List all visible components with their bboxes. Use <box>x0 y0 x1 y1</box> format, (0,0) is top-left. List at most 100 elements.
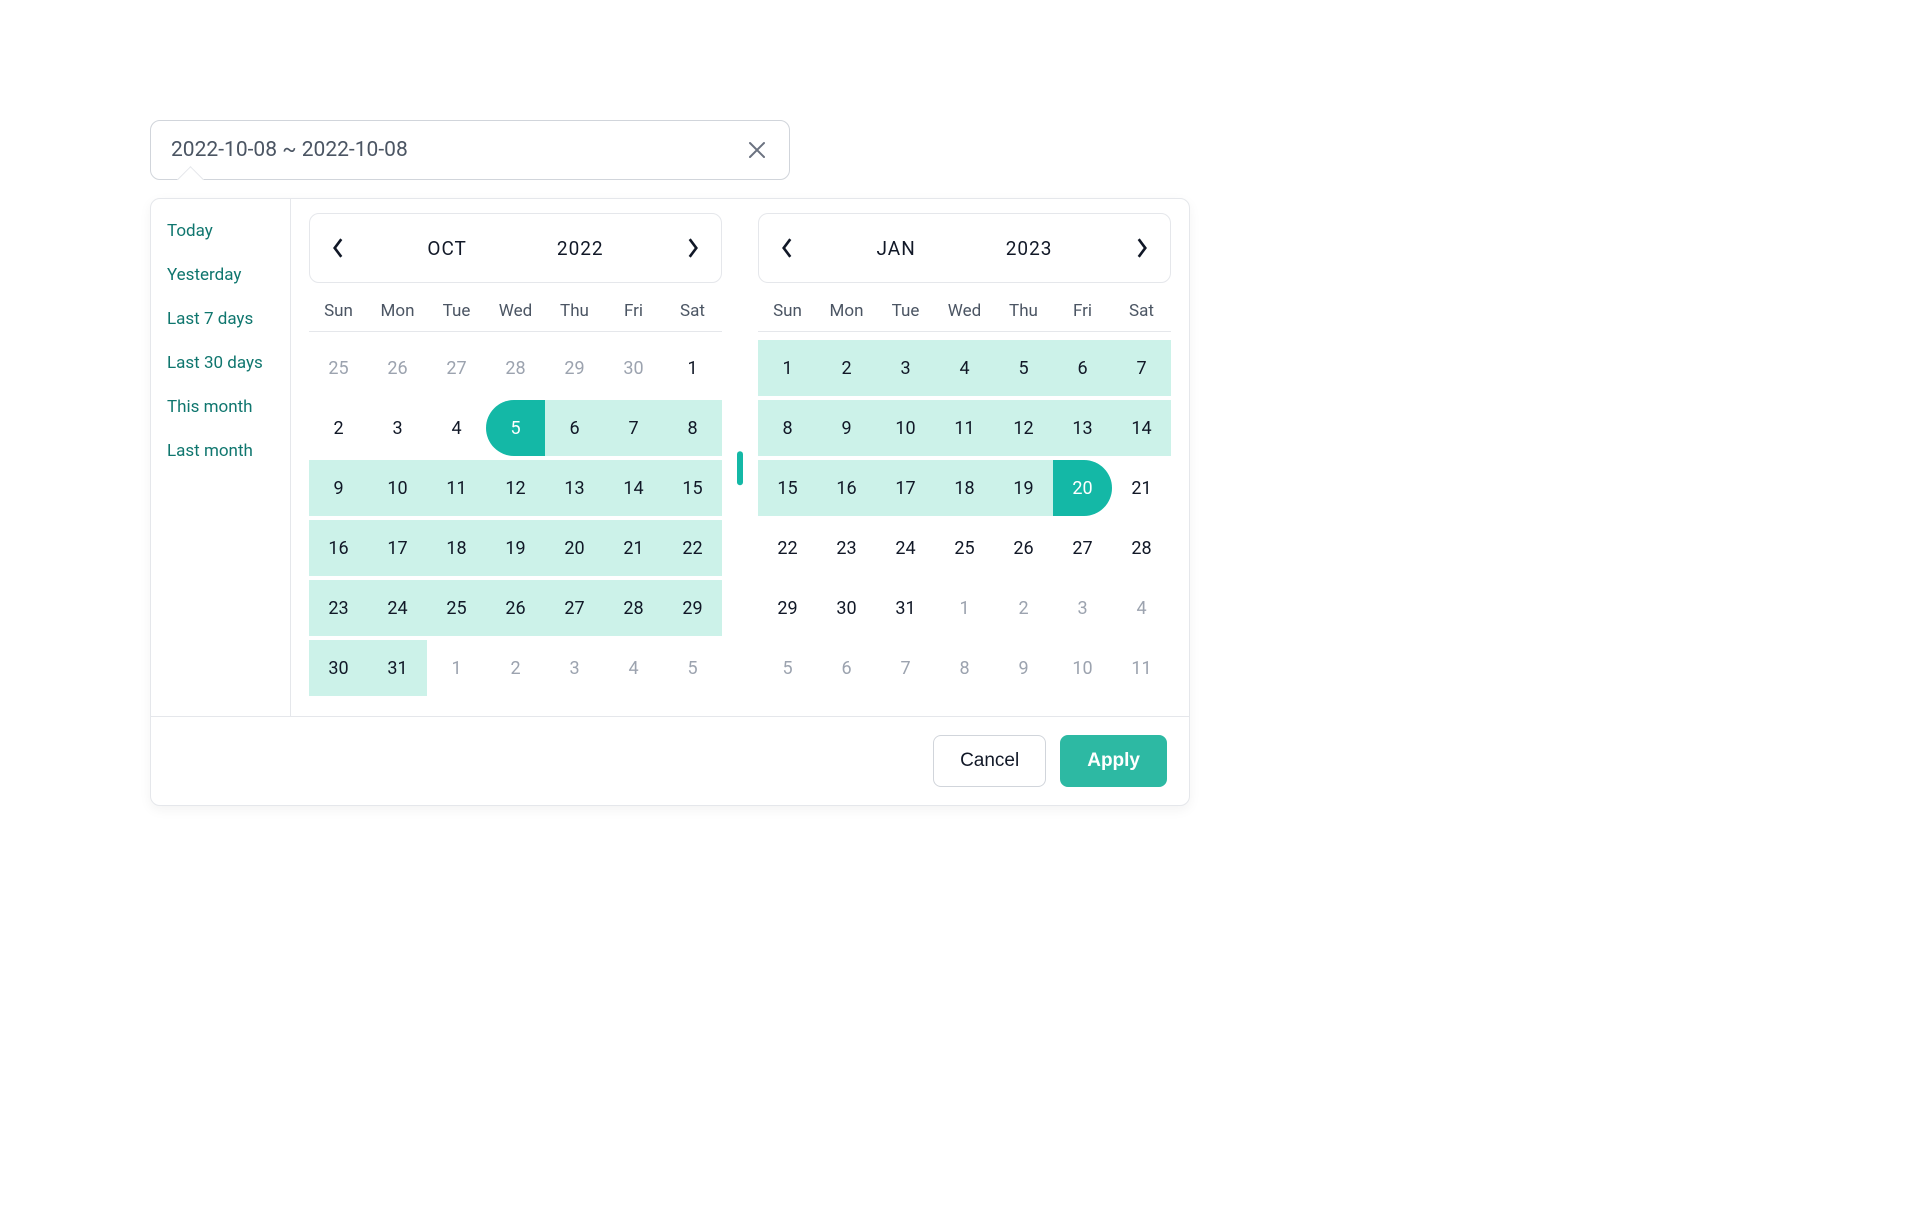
calendar-day[interactable]: 27 <box>1053 520 1112 576</box>
preset-item[interactable]: Today <box>167 221 274 241</box>
calendar-day[interactable]: 5 <box>994 340 1053 396</box>
calendar-day[interactable]: 10 <box>876 400 935 456</box>
calendar-day[interactable]: 7 <box>876 640 935 696</box>
calendar-day[interactable]: 31 <box>876 580 935 636</box>
calendar-day[interactable]: 25 <box>309 340 368 396</box>
calendar-day[interactable]: 1 <box>663 340 722 396</box>
calendar-day[interactable]: 9 <box>994 640 1053 696</box>
calendar-day[interactable]: 14 <box>1112 400 1171 456</box>
calendar-day[interactable]: 6 <box>1053 340 1112 396</box>
calendar-day[interactable]: 11 <box>935 400 994 456</box>
calendar-day[interactable]: 25 <box>935 520 994 576</box>
preset-item[interactable]: This month <box>167 397 274 417</box>
calendar-day[interactable]: 9 <box>309 460 368 516</box>
calendar-day[interactable]: 29 <box>758 580 817 636</box>
calendar-day[interactable]: 3 <box>876 340 935 396</box>
calendar-day[interactable]: 16 <box>309 520 368 576</box>
calendar-day[interactable]: 8 <box>935 640 994 696</box>
calendar-day[interactable]: 22 <box>758 520 817 576</box>
calendar-day[interactable]: 5 <box>758 640 817 696</box>
next-month-icon[interactable] <box>679 234 707 262</box>
clear-icon[interactable] <box>745 138 769 162</box>
calendar-day[interactable]: 29 <box>663 580 722 636</box>
calendar-day[interactable]: 21 <box>1112 460 1171 516</box>
calendar-day[interactable]: 4 <box>604 640 663 696</box>
preset-item[interactable]: Last 7 days <box>167 309 274 329</box>
preset-item[interactable]: Yesterday <box>167 265 274 285</box>
calendar-day[interactable]: 27 <box>545 580 604 636</box>
calendar-day[interactable]: 6 <box>545 400 604 456</box>
calendar-day[interactable]: 30 <box>604 340 663 396</box>
calendar-day[interactable]: 8 <box>758 400 817 456</box>
calendar-day[interactable]: 2 <box>817 340 876 396</box>
calendar-day[interactable]: 3 <box>368 400 427 456</box>
calendar-day[interactable]: 26 <box>486 580 545 636</box>
calendar-day[interactable]: 12 <box>994 400 1053 456</box>
calendar-day[interactable]: 11 <box>427 460 486 516</box>
calendar-day[interactable]: 9 <box>817 400 876 456</box>
calendar-day[interactable]: 2 <box>994 580 1053 636</box>
calendar-day[interactable]: 10 <box>368 460 427 516</box>
calendar-day[interactable]: 16 <box>817 460 876 516</box>
calendar-day[interactable]: 1 <box>935 580 994 636</box>
calendar-day[interactable]: 11 <box>1112 640 1171 696</box>
calendar-day[interactable]: 30 <box>309 640 368 696</box>
calendar-day[interactable]: 17 <box>876 460 935 516</box>
calendar-day[interactable]: 26 <box>368 340 427 396</box>
calendar-day[interactable]: 2 <box>309 400 368 456</box>
calendar-day[interactable]: 4 <box>935 340 994 396</box>
calendar-day[interactable]: 19 <box>994 460 1053 516</box>
calendar-day[interactable]: 15 <box>663 460 722 516</box>
calendar-day[interactable]: 25 <box>427 580 486 636</box>
calendar-day[interactable]: 15 <box>758 460 817 516</box>
calendar-day[interactable]: 2 <box>486 640 545 696</box>
calendar-day[interactable]: 1 <box>427 640 486 696</box>
month-select[interactable]: OCT <box>427 237 467 260</box>
cancel-button[interactable]: Cancel <box>933 735 1046 787</box>
calendar-day[interactable]: 1 <box>758 340 817 396</box>
apply-button[interactable]: Apply <box>1060 735 1167 787</box>
calendar-day[interactable]: 3 <box>1053 580 1112 636</box>
month-select[interactable]: JAN <box>877 237 916 260</box>
calendar-day[interactable]: 28 <box>604 580 663 636</box>
date-range-input[interactable]: 2022-10-08 ~ 2022-10-08 <box>150 120 790 180</box>
calendar-day[interactable]: 20 <box>1053 460 1112 516</box>
calendar-day[interactable]: 27 <box>427 340 486 396</box>
year-select[interactable]: 2023 <box>1006 237 1053 260</box>
calendar-day[interactable]: 5 <box>663 640 722 696</box>
calendar-day[interactable]: 28 <box>1112 520 1171 576</box>
calendar-day[interactable]: 12 <box>486 460 545 516</box>
calendar-day[interactable]: 23 <box>309 580 368 636</box>
calendar-day[interactable]: 31 <box>368 640 427 696</box>
preset-item[interactable]: Last month <box>167 441 274 461</box>
calendar-day[interactable]: 23 <box>817 520 876 576</box>
calendar-day[interactable]: 30 <box>817 580 876 636</box>
next-month-icon[interactable] <box>1128 234 1156 262</box>
calendar-day[interactable]: 24 <box>368 580 427 636</box>
year-select[interactable]: 2022 <box>557 237 604 260</box>
calendar-day[interactable]: 21 <box>604 520 663 576</box>
calendar-day[interactable]: 28 <box>486 340 545 396</box>
preset-item[interactable]: Last 30 days <box>167 353 274 373</box>
calendar-day[interactable]: 24 <box>876 520 935 576</box>
prev-month-icon[interactable] <box>773 234 801 262</box>
calendar-day[interactable]: 4 <box>1112 580 1171 636</box>
calendar-day[interactable]: 13 <box>1053 400 1112 456</box>
calendar-day[interactable]: 10 <box>1053 640 1112 696</box>
calendar-day[interactable]: 22 <box>663 520 722 576</box>
calendar-day[interactable]: 14 <box>604 460 663 516</box>
calendar-day[interactable]: 13 <box>545 460 604 516</box>
calendar-day[interactable]: 19 <box>486 520 545 576</box>
calendar-day[interactable]: 18 <box>935 460 994 516</box>
calendar-day[interactable]: 7 <box>604 400 663 456</box>
calendar-day[interactable]: 29 <box>545 340 604 396</box>
calendar-day[interactable]: 4 <box>427 400 486 456</box>
calendar-day[interactable]: 20 <box>545 520 604 576</box>
calendar-day[interactable]: 3 <box>545 640 604 696</box>
calendar-day[interactable]: 8 <box>663 400 722 456</box>
calendar-day[interactable]: 17 <box>368 520 427 576</box>
calendar-day[interactable]: 7 <box>1112 340 1171 396</box>
prev-month-icon[interactable] <box>324 234 352 262</box>
calendar-day[interactable]: 6 <box>817 640 876 696</box>
calendar-day[interactable]: 18 <box>427 520 486 576</box>
